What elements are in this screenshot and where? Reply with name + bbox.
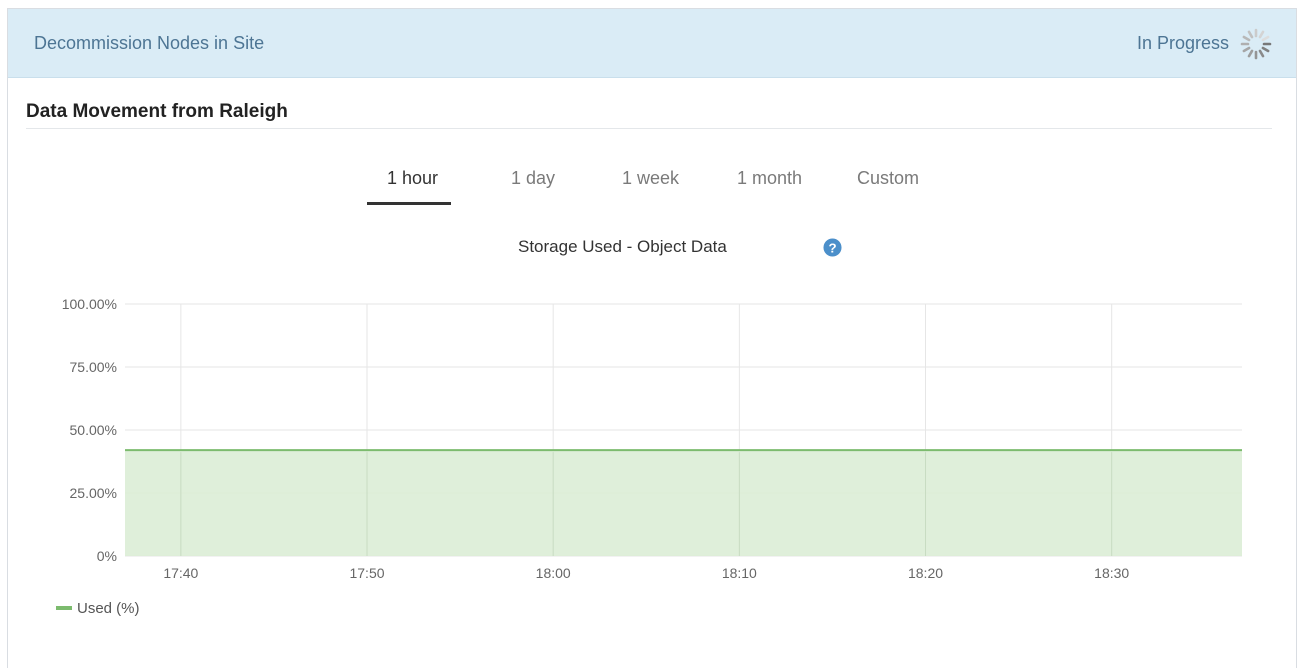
x-tick-label: 17:40: [163, 565, 198, 581]
y-tick-label: 0%: [97, 548, 117, 564]
tab-1-week[interactable]: 1 week: [622, 168, 679, 189]
tab-1-day[interactable]: 1 day: [511, 168, 555, 189]
panel-title: Decommission Nodes in Site: [34, 33, 265, 53]
help-icon[interactable]: ?: [823, 238, 842, 257]
series-area-used: [125, 450, 1242, 556]
svg-text:?: ?: [828, 240, 836, 255]
active-tab-indicator: [367, 202, 451, 205]
x-tick-label: 18:00: [536, 565, 571, 581]
time-range-tabs: 1 hour 1 day 1 week 1 month Custom: [0, 168, 1305, 208]
section-divider: [26, 128, 1272, 129]
storage-used-chart: 0% 25.00% 50.00% 75.00% 100.00% 17:40 17:50 18:…: [62, 296, 1242, 581]
legend-swatch-used: [56, 606, 72, 611]
y-tick-label: 75.00%: [70, 359, 117, 375]
chart-legend[interactable]: Used (%): [56, 600, 140, 617]
x-tick-label: 18:10: [722, 565, 757, 581]
panel-header: Decommission Nodes in Site In Progress: [8, 9, 1296, 78]
y-tick-label: 50.00%: [70, 422, 117, 438]
y-tick-label: 25.00%: [70, 485, 117, 501]
chart-title: Storage Used - Object Data: [518, 237, 727, 256]
y-tick-label: 100.00%: [62, 296, 117, 312]
tab-1-month[interactable]: 1 month: [737, 168, 802, 189]
section-title: Data Movement from Raleigh: [26, 101, 288, 122]
x-tick-label: 17:50: [349, 565, 384, 581]
x-tick-label: 18:20: [908, 565, 943, 581]
tab-1-hour[interactable]: 1 hour: [387, 168, 438, 189]
tab-custom[interactable]: Custom: [857, 168, 919, 189]
status-text: In Progress: [1136, 33, 1229, 53]
legend-label-used: Used (%): [77, 600, 140, 617]
x-tick-label: 18:30: [1094, 565, 1129, 581]
spinner-icon: [1240, 28, 1272, 60]
